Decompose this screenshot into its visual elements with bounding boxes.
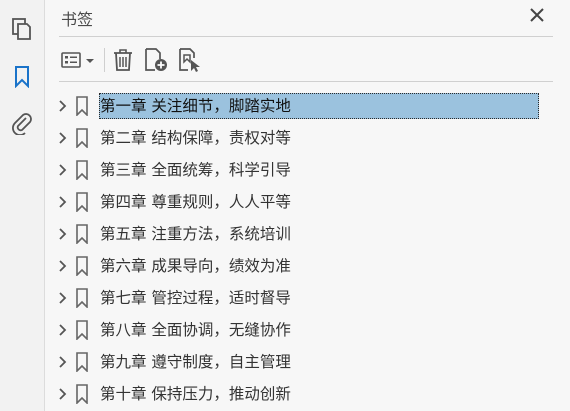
bookmarks-panel: 书签 第一章 关注细节，脚踏实地 第二章 结构保障，责权对等 第三章 全面统筹，… xyxy=(45,0,570,411)
chevron-right-icon[interactable] xyxy=(57,195,69,209)
chevron-right-icon[interactable] xyxy=(57,323,69,337)
divider xyxy=(59,81,553,82)
chevron-right-icon[interactable] xyxy=(57,131,69,145)
chevron-right-icon[interactable] xyxy=(57,355,69,369)
bookmark-row[interactable]: 第二章 结构保障，责权对等 xyxy=(45,123,570,153)
bookmark-label[interactable]: 第七章 管控过程，适时督导 xyxy=(100,286,297,310)
bookmark-icon xyxy=(76,288,88,308)
bookmark-icon xyxy=(76,320,88,340)
bookmark-row[interactable]: 第五章 注重方法，系统培训 xyxy=(45,219,570,249)
bookmark-label[interactable]: 第九章 遵守制度，自主管理 xyxy=(100,350,297,374)
bookmark-row[interactable]: 第七章 管控过程，适时督导 xyxy=(45,283,570,313)
bookmark-icon xyxy=(76,160,88,180)
chevron-right-icon[interactable] xyxy=(57,227,69,241)
bookmark-row[interactable]: 第一章 关注细节，脚踏实地 xyxy=(45,91,570,121)
bookmark-row[interactable]: 第八章 全面协调，无缝协作 xyxy=(45,315,570,345)
bookmark-label[interactable]: 第六章 成果导向，绩效为准 xyxy=(100,254,297,278)
bookmark-row[interactable]: 第六章 成果导向，绩效为准 xyxy=(45,251,570,281)
panel-title: 书签 xyxy=(61,10,94,29)
bookmark-label[interactable]: 第四章 尊重规则，人人平等 xyxy=(100,190,297,214)
bookmark-icon xyxy=(76,192,88,212)
add-bookmark-icon xyxy=(145,48,167,71)
bookmark-label[interactable]: 第一章 关注细节，脚踏实地 xyxy=(99,93,539,119)
bookmark-row[interactable]: 第九章 遵守制度，自主管理 xyxy=(45,347,570,377)
bookmark-label[interactable]: 第二章 结构保障，责权对等 xyxy=(100,126,297,150)
bookmark-icon[interactable] xyxy=(9,64,35,90)
trash-icon xyxy=(114,49,132,71)
bookmark-icon xyxy=(76,352,88,372)
left-navigation-rail xyxy=(0,0,45,411)
chevron-right-icon[interactable] xyxy=(57,259,69,273)
chevron-right-icon[interactable] xyxy=(57,291,69,305)
chevron-right-icon[interactable] xyxy=(57,99,69,113)
toolbar-separator xyxy=(104,48,105,72)
chevron-right-icon[interactable] xyxy=(57,387,69,401)
bookmark-label[interactable]: 第八章 全面协调，无缝协作 xyxy=(100,318,297,342)
bookmark-toolbar xyxy=(59,44,553,76)
attachment-icon[interactable] xyxy=(9,110,35,136)
bookmark-label[interactable]: 第三章 全面统筹，科学引导 xyxy=(100,158,297,182)
bookmark-label[interactable]: 第十章 保持压力，推动创新 xyxy=(100,382,297,406)
bookmark-icon xyxy=(76,96,88,116)
divider xyxy=(59,36,553,37)
list-options-icon xyxy=(61,52,94,68)
bookmark-icon xyxy=(76,256,88,276)
bookmark-row[interactable]: 第四章 尊重规则，人人平等 xyxy=(45,187,570,217)
chevron-right-icon[interactable] xyxy=(57,163,69,177)
bookmark-label[interactable]: 第五章 注重方法，系统培训 xyxy=(100,222,297,246)
bookmark-from-structure-icon xyxy=(179,48,200,72)
delete-bookmark-button[interactable] xyxy=(111,46,135,74)
bookmark-row[interactable]: 第十章 保持压力，推动创新 xyxy=(45,379,570,409)
bookmark-row[interactable]: 第三章 全面统筹，科学引导 xyxy=(45,155,570,185)
bookmark-icon xyxy=(76,224,88,244)
bookmark-icon xyxy=(76,128,88,148)
close-icon[interactable] xyxy=(526,4,548,26)
new-bookmark-from-structure-button[interactable] xyxy=(177,46,203,74)
new-bookmark-button[interactable] xyxy=(143,46,169,74)
bookmark-icon xyxy=(76,384,88,404)
pages-icon[interactable] xyxy=(9,16,35,42)
options-menu-button[interactable] xyxy=(59,46,97,74)
